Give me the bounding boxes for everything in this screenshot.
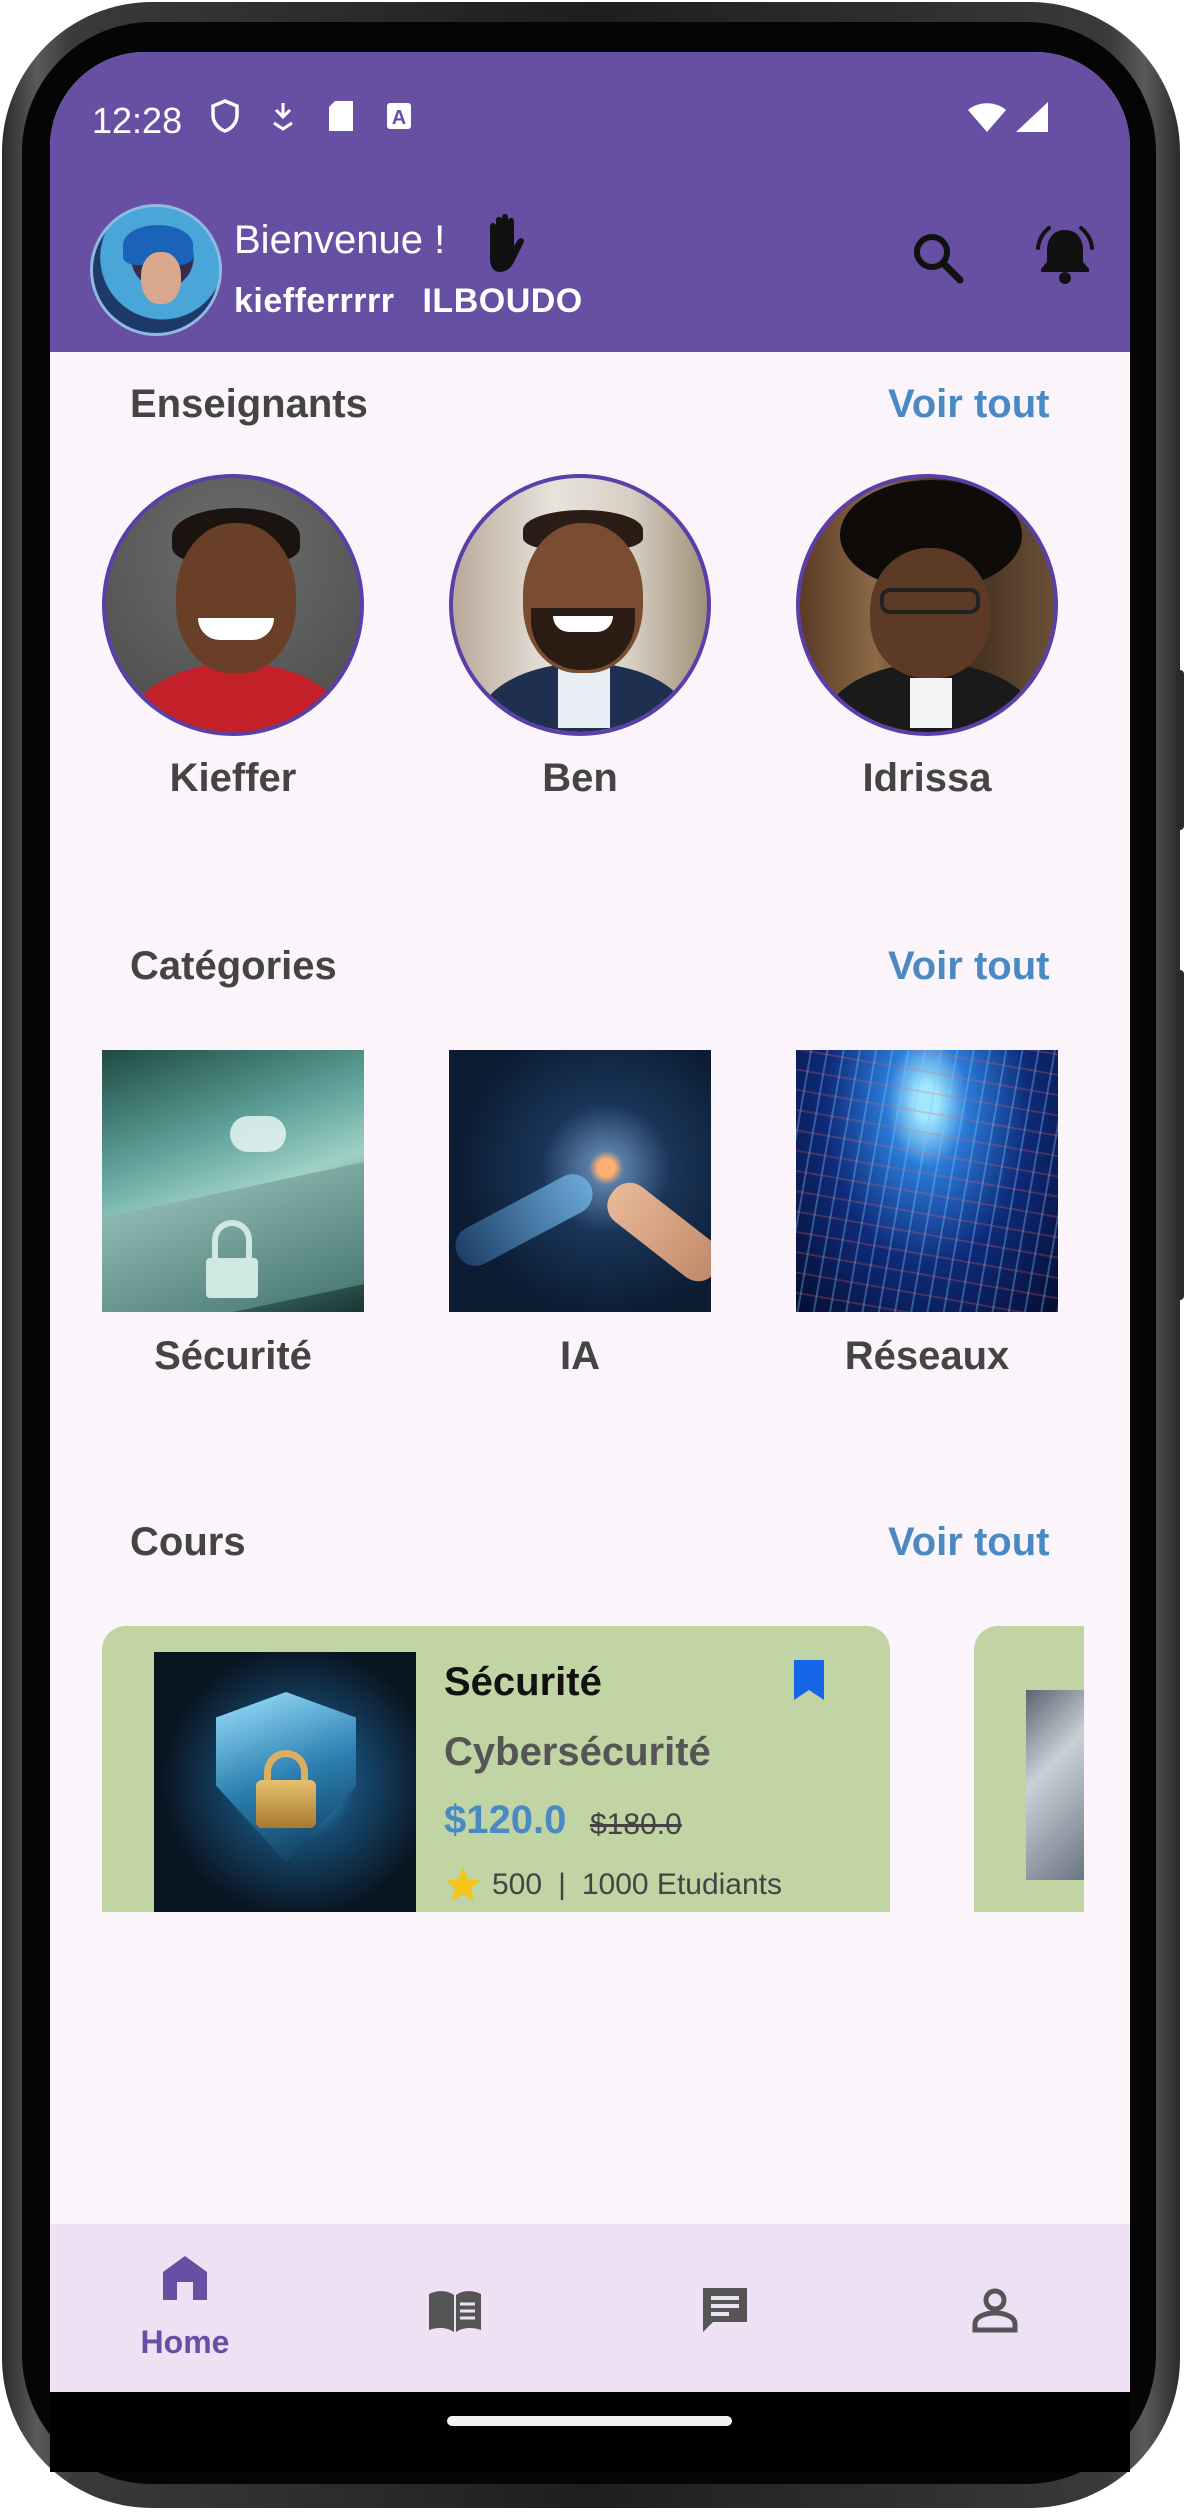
category-image-networks xyxy=(796,1050,1058,1312)
category-card-securite[interactable]: Sécurité xyxy=(102,1050,364,1379)
course-card[interactable]: Sécurité Cybersécurité $120.0 $180.0 500… xyxy=(102,1626,890,1912)
nav-item-messages[interactable] xyxy=(590,2224,860,2392)
nav-item-profile[interactable] xyxy=(860,2224,1130,2392)
user-name: kiefferrrrr ILBOUDO xyxy=(234,282,583,321)
teacher-name: Ben xyxy=(542,756,618,800)
book-icon xyxy=(429,2291,481,2332)
course-image xyxy=(1026,1690,1084,1880)
teachers-see-all-link[interactable]: Voir tout xyxy=(888,382,1049,427)
welcome-text: Bienvenue ! xyxy=(234,218,446,262)
course-students: 1000 Etudiants xyxy=(581,1868,783,1901)
teachers-section-title: Enseignants xyxy=(130,382,368,426)
teacher-photo xyxy=(102,474,364,736)
teacher-name: Idrissa xyxy=(862,756,992,800)
teacher-card-idrissa[interactable]: Idrissa xyxy=(796,474,1058,801)
course-category: Sécurité xyxy=(444,1660,602,1704)
categories-section-title: Catégories xyxy=(130,944,337,988)
text-a-icon: A xyxy=(384,98,414,134)
category-label: Réseaux xyxy=(844,1334,1010,1378)
notification-bell-icon[interactable] xyxy=(1032,222,1098,288)
courses-see-all-link[interactable]: Voir tout xyxy=(888,1520,1049,1565)
course-old-price: $180.0 xyxy=(590,1808,682,1841)
user-avatar[interactable] xyxy=(90,204,222,336)
person-icon xyxy=(972,2288,1018,2333)
category-card-reseaux[interactable]: Réseaux xyxy=(796,1050,1058,1379)
svg-text:A: A xyxy=(392,107,406,129)
signal-icon xyxy=(1016,102,1048,132)
teacher-photo xyxy=(449,474,711,736)
category-image-security xyxy=(102,1050,364,1312)
nav-label-home: Home xyxy=(140,2324,230,2360)
nav-item-courses[interactable] xyxy=(320,2224,590,2392)
category-card-ia[interactable]: IA xyxy=(449,1050,711,1379)
course-price: $120.0 xyxy=(444,1798,567,1842)
courses-section-title: Cours xyxy=(130,1520,246,1564)
sd-card-icon xyxy=(326,98,356,134)
screen-bottom-bar xyxy=(50,2392,1130,2472)
categories-see-all-link[interactable]: Voir tout xyxy=(888,944,1049,989)
teacher-name: Kieffer xyxy=(169,756,297,800)
bookmark-icon[interactable] xyxy=(792,1658,826,1702)
bottom-navigation: Home xyxy=(50,2224,1130,2392)
app-screen: 12:28 A Bienvenue ! kiefferrrrr ILBOUDO … xyxy=(50,52,1130,2392)
nav-item-home[interactable]: Home xyxy=(50,2224,320,2392)
course-title: Cybersécurité xyxy=(444,1730,711,1774)
user-last-name: ILBOUDO xyxy=(422,282,583,320)
download-icon xyxy=(268,98,298,134)
star-icon xyxy=(446,1868,480,1901)
chat-icon xyxy=(703,2288,747,2332)
teacher-card-kieffer[interactable]: Kieffer xyxy=(102,474,364,801)
power-button xyxy=(1176,670,1184,830)
teacher-card-ben[interactable]: Ben xyxy=(449,474,711,801)
shield-icon xyxy=(210,98,240,134)
course-image xyxy=(154,1652,416,1912)
user-first-name: kiefferrrrr xyxy=(234,282,395,320)
course-meta: 500 | 1000 Etudiants xyxy=(444,1866,782,1904)
status-right-icons xyxy=(966,100,1050,134)
volume-button xyxy=(1176,970,1184,1300)
wifi-icon xyxy=(968,103,1006,132)
search-icon[interactable] xyxy=(908,228,968,288)
category-label: IA xyxy=(560,1334,600,1378)
course-rating-count: 500 xyxy=(492,1868,543,1901)
home-icon xyxy=(163,2256,207,2300)
category-label: Sécurité xyxy=(154,1334,312,1378)
teacher-photo xyxy=(796,474,1058,736)
status-icons: A xyxy=(210,98,414,134)
raised-hand-icon xyxy=(490,214,524,272)
category-image-ai xyxy=(449,1050,711,1312)
meta-separator: | xyxy=(558,1868,566,1901)
home-indicator[interactable] xyxy=(447,2416,732,2426)
course-card-next[interactable] xyxy=(974,1626,1084,1912)
status-time: 12:28 xyxy=(92,100,183,141)
app-header: 12:28 A Bienvenue ! kiefferrrrr ILBOUDO xyxy=(50,52,1130,352)
